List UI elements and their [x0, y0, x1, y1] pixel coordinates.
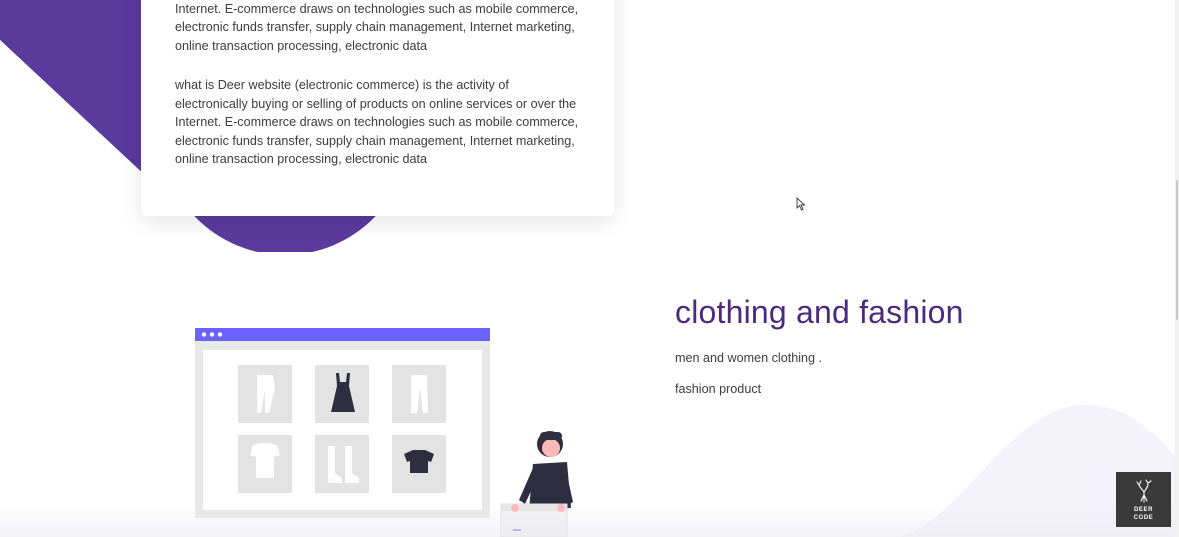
decorative-triangle: [0, 0, 150, 190]
deer-logo-icon: [1135, 479, 1152, 503]
section-line: men and women clothing .: [675, 351, 823, 365]
scrollbar-thumb[interactable]: [1176, 180, 1178, 320]
arrow-cursor-icon: [796, 197, 806, 211]
article-card: electronically buying or selling of prod…: [141, 0, 614, 216]
watermark-text: CODE: [1133, 515, 1154, 521]
watermark-text: DEER: [1133, 507, 1154, 513]
watermark-badge: DEER CODE: [1116, 472, 1171, 527]
article-paragraph: what is Deer website (electronic commerc…: [175, 78, 579, 167]
section-line: fashion product: [675, 382, 762, 396]
article-paragraph: electronically buying or selling of prod…: [175, 1, 579, 53]
section-title: clothing and fashion: [675, 294, 964, 330]
page-stage: electronically buying or selling of prod…: [0, 0, 1179, 537]
bottom-fade: [0, 505, 1179, 537]
